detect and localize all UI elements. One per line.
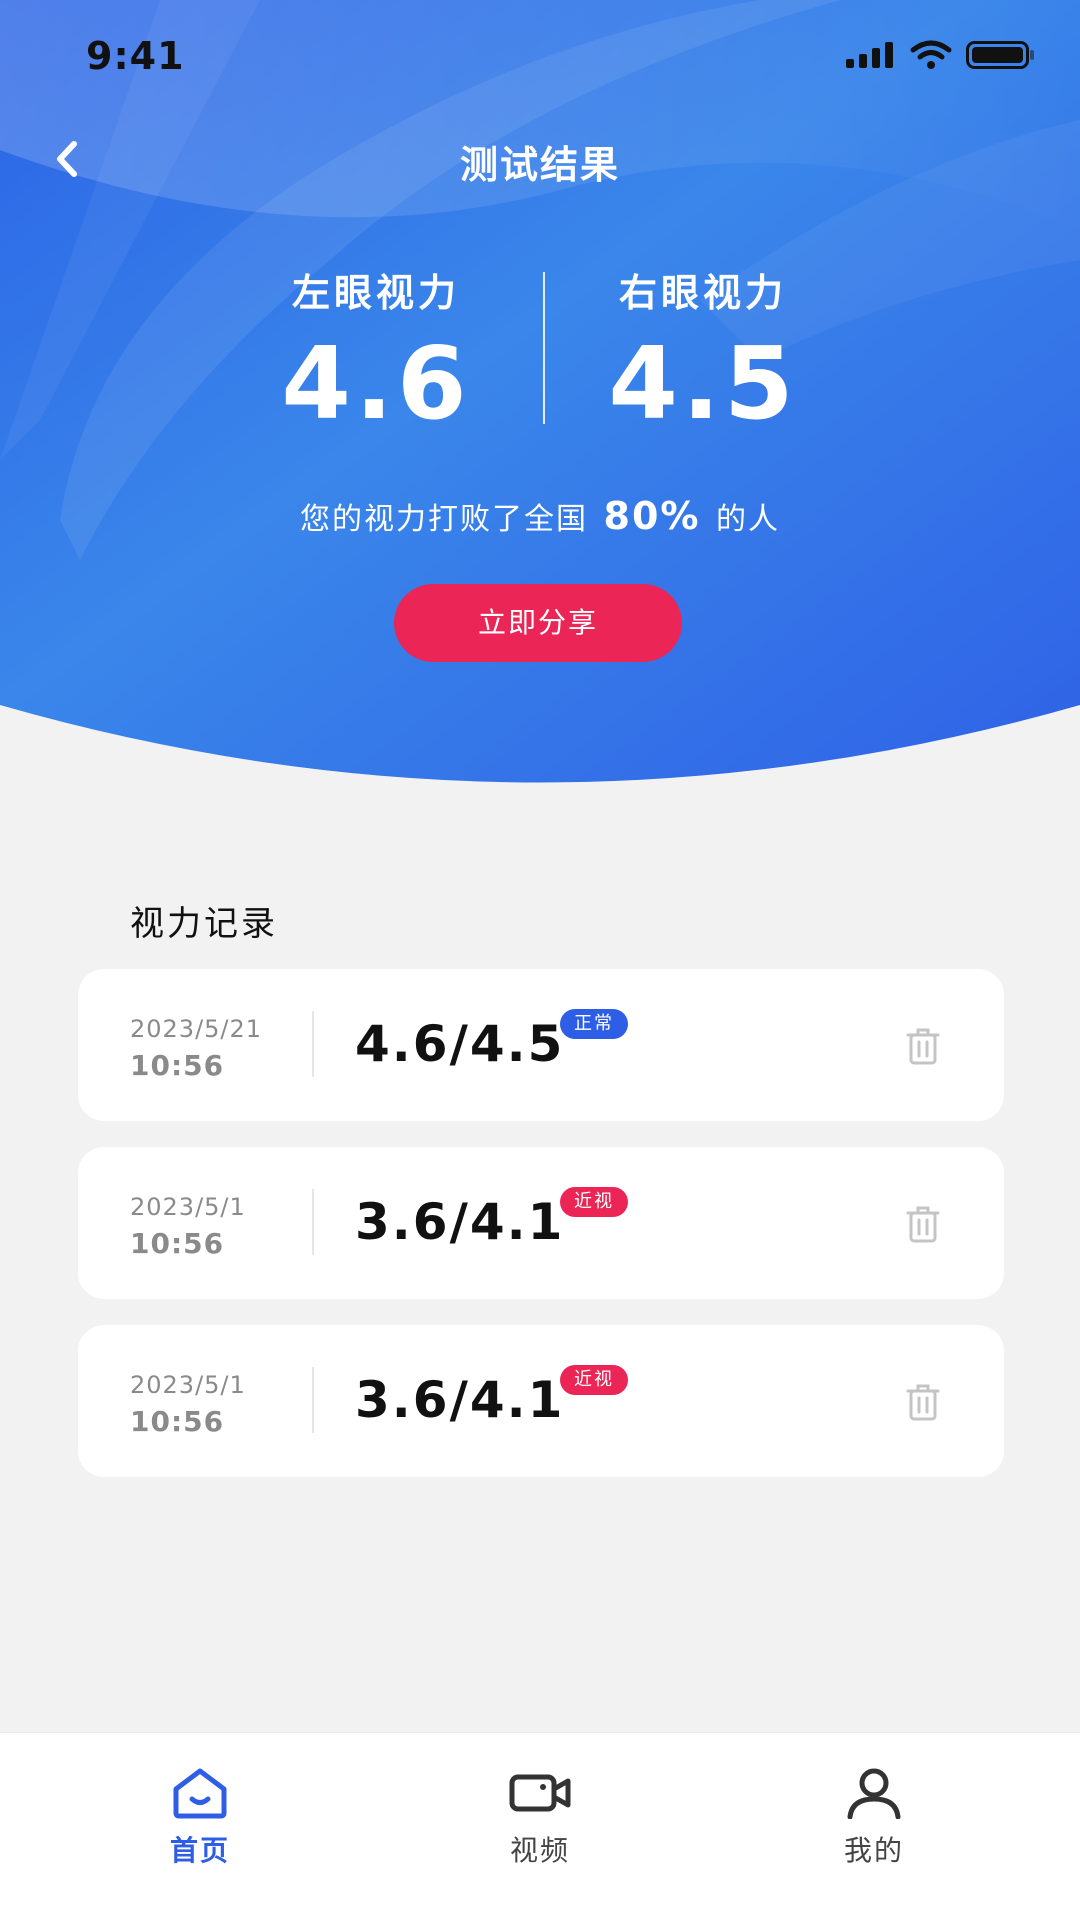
record-divider (312, 1189, 314, 1255)
delete-record-button[interactable] (906, 1027, 940, 1065)
record-divider (312, 1367, 314, 1433)
trash-icon (906, 1206, 940, 1243)
status-bar: 9:41 (0, 0, 1080, 110)
trash-icon (906, 1028, 940, 1065)
record-score: 3.6/4.1 (355, 1371, 565, 1429)
right-eye-label: 右眼视力 (618, 271, 787, 315)
cellular-signal-icon (846, 42, 893, 68)
ranking-suffix: 的人 (716, 502, 781, 537)
record-time: 10:56 (130, 1405, 225, 1438)
home-icon (173, 1768, 227, 1819)
nav-bar: 测试结果 (0, 120, 1080, 200)
record-time: 10:56 (130, 1049, 225, 1082)
tab-video-label: 视频 (509, 1834, 570, 1867)
tab-profile-label: 我的 (843, 1834, 904, 1867)
tab-profile[interactable]: 我的 (774, 1767, 974, 1869)
record-score: 4.6/4.5 (355, 1015, 565, 1073)
record-divider (312, 1011, 314, 1077)
tab-video[interactable]: 视频 (440, 1767, 640, 1869)
tab-home[interactable]: 首页 (100, 1767, 300, 1869)
status-icons (846, 40, 1036, 70)
record-date: 2023/5/21 (130, 1015, 263, 1043)
left-eye-result: 左眼视力 4.6 (246, 262, 506, 442)
ranking-text: 您的视力打败了全国 80% 的人 (0, 494, 1080, 538)
ranking-percent: 80% (603, 494, 701, 538)
record-time: 10:56 (130, 1227, 225, 1260)
record-status-badge: 正常 (560, 1009, 628, 1039)
record-card[interactable]: 2023/5/1 10:56 3.6/4.1 近视 (78, 1147, 1004, 1299)
right-eye-result: 右眼视力 4.5 (573, 262, 833, 442)
delete-record-button[interactable] (906, 1383, 940, 1421)
result-divider (543, 272, 545, 424)
user-icon (847, 1768, 901, 1819)
record-card[interactable]: 2023/5/21 10:56 4.6/4.5 正常 (78, 969, 1004, 1121)
page-title: 测试结果 (459, 143, 620, 187)
record-status-badge: 近视 (560, 1365, 628, 1395)
tab-home-label: 首页 (169, 1834, 230, 1867)
bottom-tab-bar: 首页 视频 我的 (0, 1732, 1080, 1921)
wifi-icon (910, 40, 952, 69)
record-status-badge: 近视 (560, 1187, 628, 1217)
records-title: 视力记录 (130, 904, 278, 944)
delete-record-button[interactable] (906, 1205, 940, 1243)
left-eye-value: 4.6 (281, 325, 471, 442)
video-camera-icon (509, 1774, 571, 1812)
right-eye-value: 4.5 (608, 325, 798, 442)
share-button[interactable]: 立即分享 (394, 584, 682, 662)
record-date: 2023/5/1 (130, 1371, 246, 1399)
ranking-prefix: 您的视力打败了全国 (299, 502, 588, 537)
trash-icon (906, 1384, 940, 1421)
status-time: 9:41 (86, 34, 185, 78)
record-card[interactable]: 2023/5/1 10:56 3.6/4.1 近视 (78, 1325, 1004, 1477)
record-score: 3.6/4.1 (355, 1193, 565, 1251)
battery-icon (966, 41, 1034, 69)
record-date: 2023/5/1 (130, 1193, 246, 1221)
left-eye-label: 左眼视力 (291, 271, 460, 315)
